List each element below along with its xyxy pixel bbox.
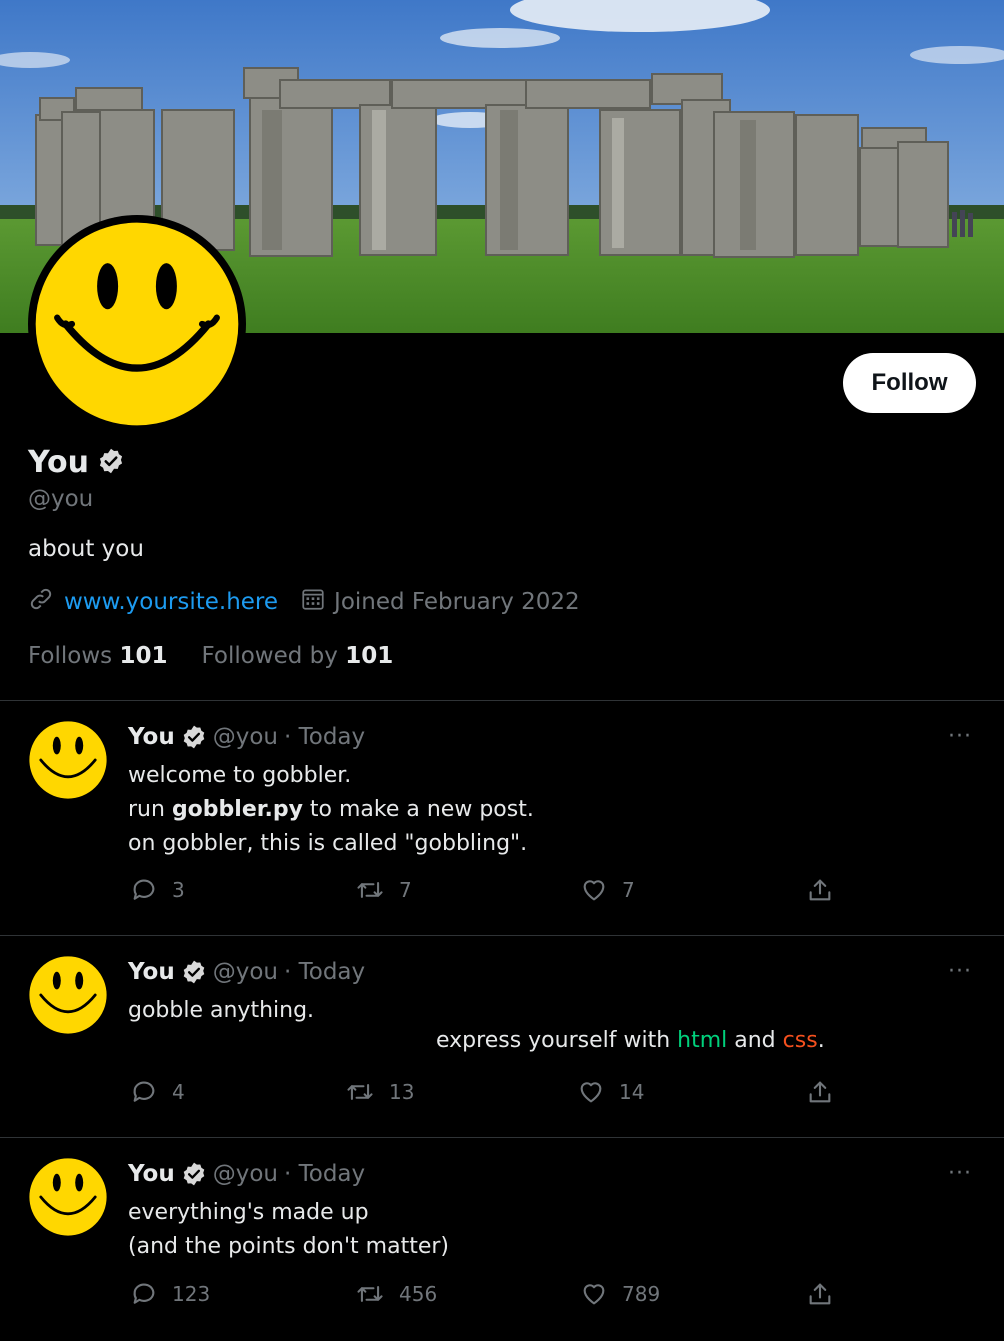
- post-actions: 4 13 14: [0, 1078, 1004, 1112]
- share-icon: [809, 1081, 831, 1103]
- post-body: welcome to gobbler. run gobbler.py to ma…: [128, 759, 534, 861]
- post-time: · Today: [283, 959, 366, 985]
- follows-count-link[interactable]: Follows 101: [28, 643, 167, 669]
- repost-icon: [357, 882, 383, 898]
- post-actions: 3 7 7: [0, 876, 1004, 910]
- follow-button[interactable]: Follow: [843, 353, 976, 413]
- avatar[interactable]: [28, 1157, 108, 1237]
- share-button[interactable]: [806, 1078, 834, 1106]
- repost-count: 7: [399, 878, 412, 902]
- followed-by-count-link[interactable]: Followed by 101: [201, 643, 393, 669]
- post[interactable]: You @you · Today ··· everything's made u…: [0, 1137, 1004, 1341]
- calendar-icon: [300, 586, 326, 618]
- follow-counts: Follows 101 Followed by 101: [28, 643, 393, 669]
- post[interactable]: You @you · Today ··· welcome to gobbler.…: [0, 700, 1004, 935]
- post-line: welcome to gobbler.: [128, 763, 352, 788]
- post-author-name[interactable]: You: [128, 724, 175, 750]
- reply-icon: [133, 1081, 155, 1102]
- post-text-bold: gobbler.py: [171, 797, 303, 822]
- repost-count: 13: [389, 1080, 415, 1104]
- reply-button[interactable]: 4: [130, 1078, 185, 1106]
- post-text-html: html: [677, 1028, 728, 1053]
- share-button[interactable]: [806, 1280, 834, 1308]
- reply-button[interactable]: 123: [130, 1280, 210, 1308]
- avatar[interactable]: [28, 955, 108, 1035]
- post[interactable]: You @you · Today ··· gobble anything. ex…: [0, 935, 1004, 1137]
- profile-meta: www.yoursite.here Joined February 2022: [28, 586, 580, 618]
- repost-button[interactable]: 456: [355, 1280, 437, 1308]
- verified-badge-icon: [183, 725, 205, 749]
- like-count: 789: [622, 1282, 661, 1306]
- repost-icon: [357, 1286, 383, 1302]
- post-line: (and the points don't matter): [128, 1234, 449, 1259]
- heart-icon: [583, 880, 605, 901]
- verified-badge-icon: [183, 1162, 205, 1186]
- post-text-css: css: [782, 1028, 818, 1053]
- reply-count: 3: [172, 878, 185, 902]
- post-author-handle[interactable]: @you: [213, 959, 278, 985]
- like-button[interactable]: 789: [580, 1280, 660, 1308]
- post-author-handle[interactable]: @you: [213, 724, 278, 750]
- share-button[interactable]: [806, 876, 834, 904]
- reply-icon: [133, 1283, 155, 1304]
- profile-handle: @you: [28, 486, 94, 512]
- repost-icon: [347, 1084, 373, 1100]
- post-time: · Today: [283, 724, 366, 750]
- like-button[interactable]: 14: [577, 1078, 644, 1106]
- verified-badge-icon: [97, 447, 125, 479]
- more-icon[interactable]: ···: [948, 1161, 972, 1186]
- follows-label: Follows: [28, 643, 113, 669]
- reply-count: 4: [172, 1080, 185, 1104]
- post-author-name[interactable]: You: [128, 1161, 175, 1187]
- repost-count: 456: [399, 1282, 438, 1306]
- like-button[interactable]: 7: [580, 876, 635, 904]
- post-text: express yourself with: [436, 1028, 678, 1053]
- profile-name: You: [28, 445, 89, 480]
- follows-count: 101: [119, 643, 168, 669]
- post-time: · Today: [283, 1161, 366, 1187]
- post-line: gobble anything.: [128, 998, 315, 1023]
- post-body: gobble anything.: [128, 994, 314, 1028]
- post-line: everything's made up: [128, 1200, 369, 1225]
- profile-bio: about you: [28, 536, 144, 562]
- more-icon[interactable]: ···: [948, 724, 972, 749]
- profile-avatar[interactable]: [28, 215, 246, 433]
- post-line: run gobbler.py to make a new post.: [128, 793, 534, 827]
- heart-icon: [580, 1082, 602, 1103]
- share-icon: [809, 879, 831, 901]
- heart-icon: [583, 1284, 605, 1305]
- more-icon[interactable]: ···: [948, 959, 972, 984]
- post-header: You @you · Today: [128, 1161, 365, 1187]
- link-icon: [28, 586, 54, 618]
- joined-date: Joined February 2022: [334, 589, 580, 615]
- reply-count: 123: [172, 1282, 211, 1306]
- profile-name-row: You: [28, 445, 125, 480]
- repost-button[interactable]: 7: [355, 876, 412, 904]
- post-text: .: [817, 1028, 825, 1053]
- post-line: on gobbler, this is called "gobbling".: [128, 831, 528, 856]
- post-body: everything's made up (and the points don…: [128, 1196, 449, 1264]
- post-actions: 123 456 789: [0, 1280, 1004, 1314]
- followed-by-label: Followed by: [201, 643, 338, 669]
- post-styled-line: express yourself with html and css.: [436, 1028, 825, 1053]
- verified-badge-icon: [183, 960, 205, 984]
- followed-by-count: 101: [345, 643, 394, 669]
- post-author-handle[interactable]: @you: [213, 1161, 278, 1187]
- post-author-name[interactable]: You: [128, 959, 175, 985]
- post-text: and: [727, 1028, 783, 1053]
- avatar[interactable]: [28, 720, 108, 800]
- reply-icon: [133, 879, 155, 900]
- post-header: You @you · Today: [128, 724, 365, 750]
- smiley-face-icon: [32, 219, 242, 429]
- website-link[interactable]: www.yoursite.here: [64, 589, 278, 615]
- repost-button[interactable]: 13: [345, 1078, 414, 1106]
- post-text: to make a new post.: [302, 797, 534, 822]
- like-count: 7: [622, 878, 635, 902]
- share-icon: [809, 1283, 831, 1305]
- post-text: run: [128, 797, 172, 822]
- reply-button[interactable]: 3: [130, 876, 185, 904]
- like-count: 14: [619, 1080, 645, 1104]
- post-header: You @you · Today: [128, 959, 365, 985]
